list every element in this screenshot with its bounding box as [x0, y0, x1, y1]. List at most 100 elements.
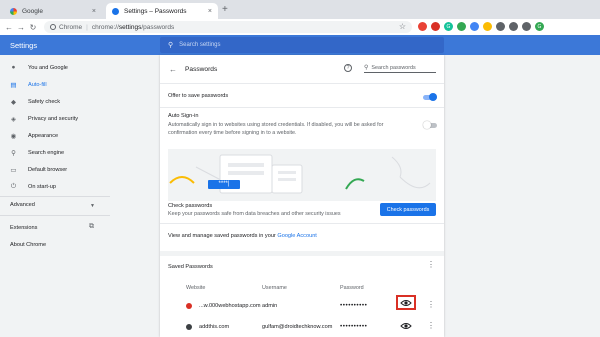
sidebar-item-autofill[interactable]: ▤ Auto-fill: [10, 81, 47, 89]
auto-signin-toggle[interactable]: [423, 121, 437, 129]
url-text: chrome://settings/passwords: [91, 23, 175, 31]
person-icon: ●: [11, 64, 16, 71]
bookmark-ext-icon[interactable]: [470, 22, 479, 31]
stack-ext-icon[interactable]: [496, 22, 505, 31]
back-arrow-icon[interactable]: ←: [169, 65, 177, 74]
sidebar-divider: [0, 215, 110, 216]
reload-icon[interactable]: ↻: [27, 23, 39, 32]
row-more-actions-icon[interactable]: ⋮: [427, 301, 435, 309]
forward-arrow-icon[interactable]: →: [15, 23, 27, 32]
tab-label: Settings – Passwords: [124, 7, 187, 15]
password-row-username: admin: [262, 303, 278, 309]
check-passwords-button[interactable]: Check passwords: [380, 203, 436, 216]
sidebar-item-you-and-google[interactable]: ● You and Google: [10, 64, 68, 71]
sidebar-about-label: About Chrome: [10, 242, 47, 248]
sidebar-item-appearance[interactable]: ◉ Appearance: [10, 132, 59, 140]
column-header-username: Username: [262, 285, 287, 291]
palette-icon: ◉: [10, 132, 17, 140]
back-arrow-icon[interactable]: ←: [3, 23, 15, 32]
puzzle-extensions-icon[interactable]: [509, 22, 518, 31]
reading-list-icon[interactable]: [522, 22, 531, 31]
settings-header: Settings ⚲ Search settings: [0, 35, 600, 55]
address-bar[interactable]: Chrome | chrome://settings/passwords ☆: [44, 21, 412, 33]
row-more-actions-icon[interactable]: ⋮: [427, 322, 435, 330]
chevron-down-icon[interactable]: ▼: [90, 203, 95, 209]
masked-password-badge: ****|: [208, 180, 240, 189]
green-ext-icon[interactable]: [457, 22, 466, 31]
chrome-icon: [50, 24, 56, 30]
grammarly-ext-icon[interactable]: G: [444, 22, 453, 31]
column-header-password: Password: [340, 285, 364, 291]
sidebar-item-default-browser[interactable]: ▭ Default browser: [10, 166, 68, 174]
sidebar-item-label: Appearance: [28, 132, 59, 139]
settings-sidebar: ● You and Google ▤ Auto-fill ◆ Safety ch…: [0, 55, 120, 337]
section-gap: [160, 251, 444, 256]
privacy-shield-icon: ◈: [11, 115, 16, 123]
settings-title: Settings: [10, 41, 38, 50]
sidebar-item-label: Privacy and security: [28, 115, 79, 122]
tab-google[interactable]: Google ×: [4, 3, 102, 19]
sidebar-item-label: Search engine: [28, 149, 65, 156]
password-row-site[interactable]: ...w.000webhostapp.com: [199, 303, 261, 309]
close-tab-icon[interactable]: ×: [92, 8, 96, 15]
offer-to-save-toggle[interactable]: [423, 93, 437, 101]
check-passwords-title: Check passwords: [168, 203, 213, 209]
more-actions-icon[interactable]: ⋮: [427, 261, 435, 269]
auto-signin-label: Auto Sign-in: [168, 113, 199, 119]
browser-icon: ▭: [10, 166, 17, 174]
settings-search-input[interactable]: ⚲ Search settings: [160, 37, 444, 53]
open-in-new-icon[interactable]: ⧉: [89, 223, 94, 231]
profile-avatar[interactable]: G: [535, 22, 544, 31]
google-account-link[interactable]: Google Account: [277, 233, 317, 239]
new-tab-button[interactable]: +: [222, 4, 228, 15]
omnibox-separator: |: [86, 23, 88, 31]
divider: [160, 83, 444, 84]
manage-passwords-text: View and manage saved passwords in your …: [168, 233, 317, 239]
show-password-eye-icon[interactable]: [400, 321, 412, 331]
keep-ext-icon[interactable]: [483, 22, 492, 31]
settings-gear-icon: [112, 7, 119, 15]
passwords-card: ← Passwords ? ⚲ Search passwords Offer t…: [160, 55, 444, 337]
search-icon: ⚲: [168, 42, 174, 49]
bookmark-star-icon[interactable]: ☆: [399, 22, 406, 31]
vivaldi-ext-icon[interactable]: [418, 22, 427, 31]
help-icon[interactable]: ?: [344, 64, 352, 72]
divider: [160, 223, 444, 224]
browser-toolbar: ← → ↻ Chrome | chrome://settings/passwor…: [0, 19, 600, 35]
sidebar-item-on-startup[interactable]: ⏻ On start-up: [10, 183, 56, 190]
sidebar-divider: [0, 196, 110, 197]
tab-settings-passwords[interactable]: Settings – Passwords ×: [106, 3, 218, 19]
sidebar-item-label: On start-up: [28, 183, 56, 190]
password-search-input[interactable]: ⚲ Search passwords: [364, 63, 436, 73]
password-row-username: gulfam@droidtechknow.com: [262, 324, 333, 330]
sidebar-item-label: Safety check: [28, 98, 61, 105]
sidebar-item-search-engine[interactable]: ⚲ Search engine: [10, 149, 65, 157]
safety-shield-icon: ◆: [11, 98, 16, 106]
sidebar-item-label: Default browser: [28, 166, 68, 173]
password-row-password: ••••••••••: [340, 323, 368, 330]
password-row-site[interactable]: addthis.com: [199, 324, 229, 330]
site-favicon: [186, 303, 192, 309]
illustration-graphic: [169, 154, 431, 194]
scheme-label: Chrome: [59, 23, 83, 31]
shield-ext-icon[interactable]: [431, 22, 440, 31]
sidebar-extensions[interactable]: Extensions: [10, 225, 37, 231]
autofill-icon: ▤: [10, 81, 17, 89]
close-tab-icon[interactable]: ×: [208, 8, 212, 15]
power-icon: ⏻: [10, 182, 17, 190]
sidebar-advanced-label: Advanced: [10, 202, 35, 208]
sidebar-item-safety-check[interactable]: ◆ Safety check: [10, 98, 61, 106]
search-icon: ⚲: [11, 149, 16, 157]
divider: [160, 107, 444, 108]
extension-icons: GG: [418, 22, 544, 31]
sidebar-item-privacy[interactable]: ◈ Privacy and security: [10, 115, 79, 123]
column-header-website: Website: [186, 285, 206, 291]
sidebar-extensions-label: Extensions: [10, 225, 38, 231]
auto-signin-description: Automatically sign in to websites using …: [168, 122, 384, 136]
sidebar-advanced[interactable]: Advanced: [10, 202, 35, 208]
tab-strip: Google × Settings – Passwords × +: [0, 0, 600, 19]
saved-passwords-title: Saved Passwords: [168, 264, 213, 270]
sidebar-about-chrome[interactable]: About Chrome: [10, 242, 46, 248]
page-title: Passwords: [185, 66, 218, 73]
sidebar-item-label: Auto-fill: [28, 81, 47, 88]
